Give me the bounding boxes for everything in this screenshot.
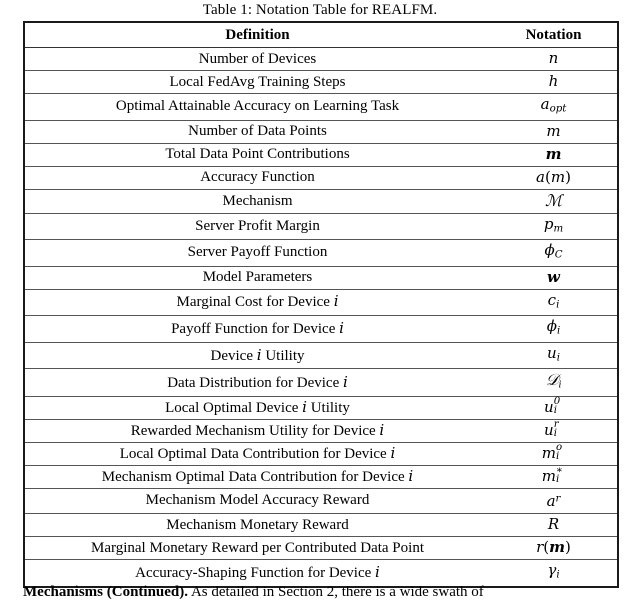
definition-cell: Marginal Cost for Device i [24,289,490,317]
table-body: Number of Devices n Local FedAvg Trainin… [24,47,618,587]
table-row: Local FedAvg Training Steps h [24,70,618,94]
table-row: Marginal Monetary Reward per Contributed… [24,536,618,561]
table-row: Local Optimal Device i Utility u0i [24,396,618,420]
body-paragraph: Mechanisms (Continued). As detailed in S… [23,583,623,601]
table-row: Optimal Attainable Accuracy on Learning … [24,93,618,121]
definition-cell: Local Optimal Device i Utility [24,396,490,420]
column-header-definition: Definition [24,22,490,48]
table-row: Rewarded Mechanism Utility for Device i … [24,419,618,443]
caption-prefix: Table 1: Notation Table for [202,2,372,18]
paper-page: Table 1: Notation Table for REALFM. Defi… [0,0,640,601]
table-row: Server Profit Margin pm [24,213,618,241]
table-row: Model Parameters w [24,266,618,290]
caption-system-name-tail: FM [411,2,434,18]
table-header-row: Definition Notation [24,22,618,48]
notation-cell: ar [490,488,618,515]
table-row: Mechanism ℳ [24,189,618,214]
table-header: Definition Notation [24,22,618,48]
definition-cell: Optimal Attainable Accuracy on Learning … [24,93,490,121]
definition-cell: Server Payoff Function [24,239,490,267]
table-row: Mechanism Optimal Data Contribution for … [24,465,618,489]
table-row: Data Distribution for Device i 𝒟i [24,368,618,397]
notation-cell: uri [490,419,618,443]
notation-table-wrapper: Definition Notation Number of Devices n … [23,21,619,588]
notation-cell: ϕC [490,239,618,267]
notation-cell: m ∗ i [490,465,618,489]
definition-cell: Local Optimal Data Contribution for Devi… [24,442,490,466]
table-row: Mechanism Monetary Reward R [24,513,618,538]
definition-cell: Device i Utility [24,342,490,370]
definition-cell: Number of Devices [24,47,490,71]
notation-cell: m [490,120,618,144]
table-row: Total Data Point Contributions m [24,143,618,167]
table-caption: Table 1: Notation Table for REALFM. [0,0,640,19]
caption-system-name-small: EAL [382,2,412,18]
caption-system-name-head: R [371,2,383,18]
notation-cell: h [490,70,618,94]
notation-cell: n [490,47,618,71]
caption-suffix: . [433,2,438,18]
notation-cell: aopt [490,93,618,121]
notation-table: Definition Notation Number of Devices n … [23,21,619,588]
definition-cell: Accuracy Function [24,166,490,190]
table-row: Accuracy Function a(m) [24,166,618,190]
notation-cell: pm [490,213,618,241]
table-row: Local Optimal Data Contribution for Devi… [24,442,618,466]
notation-cell: R [490,513,618,538]
definition-cell: Model Parameters [24,266,490,290]
definition-cell: Data Distribution for Device i [24,368,490,397]
notation-cell: ci [490,289,618,317]
definition-cell: Mechanism [24,189,490,214]
notation-cell: ℳ [490,189,618,214]
definition-cell: Total Data Point Contributions [24,143,490,167]
definition-cell: Server Profit Margin [24,213,490,241]
definition-cell: Local FedAvg Training Steps [24,70,490,94]
definition-cell: Mechanism Monetary Reward [24,513,490,538]
definition-cell: Number of Data Points [24,120,490,144]
definition-cell: Mechanism Model Accuracy Reward [24,488,490,515]
definition-cell: Rewarded Mechanism Utility for Device i [24,419,490,443]
table-row: Number of Devices n [24,47,618,71]
notation-cell: a(m) [490,166,618,190]
notation-cell: ϕi [490,315,618,343]
definition-cell: Mechanism Optimal Data Contribution for … [24,465,490,489]
column-header-notation: Notation [490,22,618,48]
definition-cell: Payoff Function for Device i [24,315,490,343]
table-row: Device i Utility ui [24,342,618,370]
notation-cell: moi [490,442,618,466]
notation-cell: m [490,143,618,167]
notation-cell: r(m) [490,536,618,561]
table-row: Marginal Cost for Device i ci [24,289,618,317]
table-row: Number of Data Points m [24,120,618,144]
notation-cell: w [490,266,618,290]
table-row: Payoff Function for Device i ϕi [24,315,618,343]
table-row: Server Payoff Function ϕC [24,239,618,267]
table-row: Mechanism Model Accuracy Reward ar [24,488,618,515]
notation-cell: ui [490,342,618,370]
definition-cell: Marginal Monetary Reward per Contributed… [24,536,490,561]
